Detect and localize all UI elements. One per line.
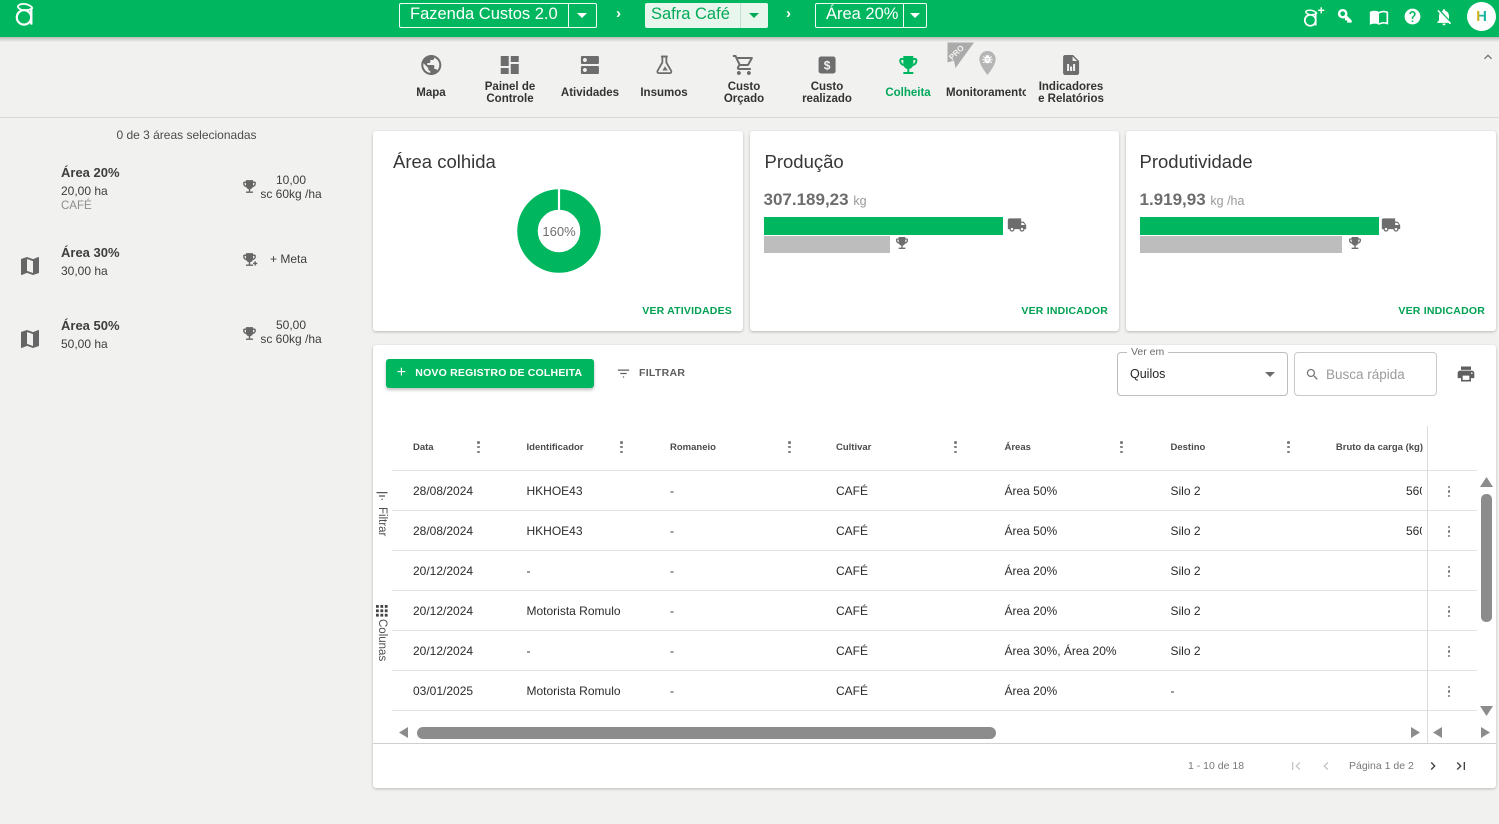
- svg-text:$: $: [824, 58, 831, 72]
- svg-text:160%: 160%: [542, 224, 576, 239]
